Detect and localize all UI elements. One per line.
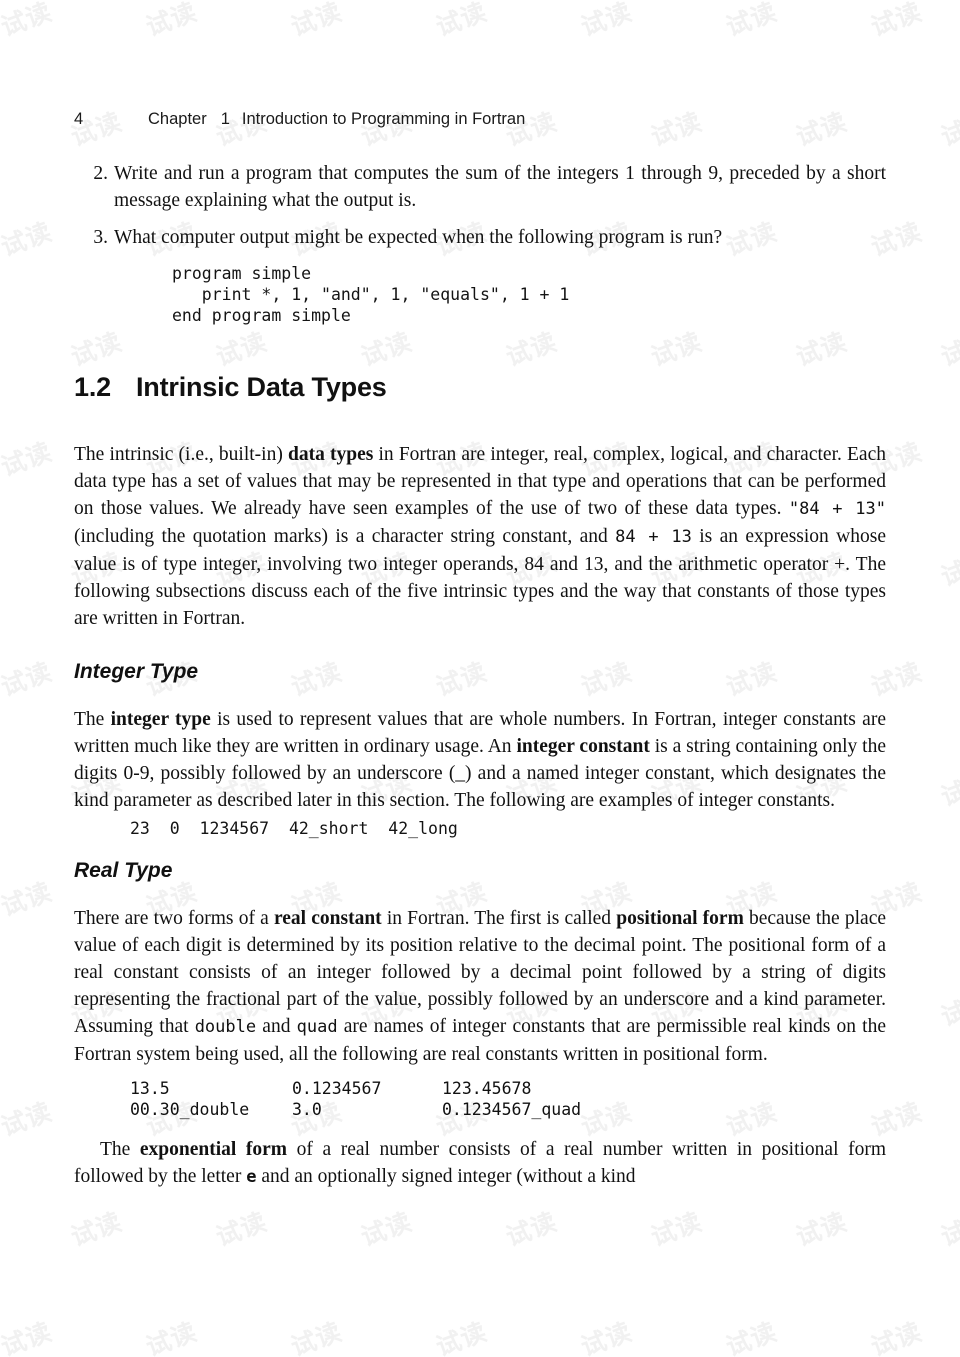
bold-term-real-constant: real constant — [273, 908, 382, 929]
paragraph-text-part: in Fortran. The first is called — [381, 908, 617, 929]
running-head-chapter-number: 1 — [220, 110, 230, 128]
real-example-cell: 3.0 — [292, 1100, 322, 1119]
running-head: 4 Chapter 1 Introduction to Programming in … — [74, 110, 886, 129]
exercise-item-2: 2. Write and run a program that computes… — [74, 160, 886, 214]
exercise-item-3: 3. What computer output might be expecte… — [74, 224, 886, 251]
table-row: 13.5 0.1234567 123.45678 — [130, 1078, 581, 1099]
page-folio-number: 4 — [74, 110, 84, 128]
subheading-real-type: Real Type — [74, 859, 173, 882]
inline-code-expression: 84 + 13 — [615, 527, 692, 547]
real-example-cell: 0.1234567 — [292, 1079, 382, 1098]
exponential-form-paragraph: The exponential form of a real number co… — [74, 1136, 886, 1191]
paragraph-text-part: and — [256, 1016, 297, 1037]
running-head-chapter-title: Introduction to Programming in Fortran — [241, 110, 526, 128]
running-head-chapter-word: Chapter — [148, 110, 207, 128]
page-content: 2. Write and run a program that computes… — [74, 160, 886, 1191]
table-row: 00.30_double 3.0 0.1234567_quad — [130, 1099, 581, 1120]
section-title: Intrinsic Data Types — [136, 372, 387, 402]
document-page: 4 Chapter 1 Introduction to Programming in … — [0, 0, 960, 1357]
subheading-integer-type: Integer Type — [74, 660, 199, 683]
paragraph-text-part: There are two forms of a — [74, 908, 274, 929]
program-listing-code-block: program simple print *, 1, "and", 1, "eq… — [172, 264, 570, 325]
integer-type-paragraph: The integer type is used to represent va… — [74, 706, 886, 814]
bold-term-integer-type: integer type — [110, 709, 211, 730]
bold-term-integer-constant: integer constant — [516, 736, 650, 757]
real-example-cell: 0.1234567_quad — [442, 1100, 582, 1119]
real-example-cell: 00.30_double — [130, 1100, 250, 1119]
section-heading-1-2: 1.2 Intrinsic Data Types — [74, 372, 886, 403]
paragraph-text-part: The intrinsic (i.e., built-in) — [74, 444, 288, 465]
exercise-number: 3. — [93, 227, 108, 248]
bold-term-exponential-form: exponential form — [139, 1139, 288, 1160]
inline-code-letter-e: e — [246, 1167, 257, 1187]
inline-code-char-constant: "84 + 13" — [788, 499, 886, 519]
bold-term-data-types: data types — [287, 444, 374, 465]
integer-constants-examples: 23 0 1234567 42_short 42_long — [130, 819, 458, 838]
paragraph-text-part: The — [74, 709, 111, 730]
exercise-text: Write and run a program that computes th… — [114, 163, 886, 211]
section-number: 1.2 — [74, 372, 111, 402]
inline-code-double: double — [194, 1017, 257, 1037]
bold-term-positional-form: positional form — [616, 908, 744, 929]
exercise-number: 2. — [93, 163, 108, 184]
paragraph-text-part: and an optionally signed integer (withou… — [256, 1166, 636, 1187]
real-type-paragraph: There are two forms of a real constant i… — [74, 905, 886, 1068]
paragraph-text-part: (including the quotation marks) is a cha… — [74, 526, 616, 547]
exercise-list: 2. Write and run a program that computes… — [74, 160, 886, 251]
inline-code-quad: quad — [296, 1017, 338, 1037]
intrinsic-types-paragraph: The intrinsic (i.e., built-in) data type… — [74, 441, 886, 632]
paragraph-text-part: The — [100, 1139, 140, 1160]
exercise-text: What computer output might be expected w… — [114, 227, 723, 248]
real-example-cell: 13.5 — [130, 1079, 170, 1098]
real-example-cell: 123.45678 — [442, 1079, 532, 1098]
real-constants-examples-table: 13.5 0.1234567 123.45678 00.30_double 3.… — [130, 1078, 581, 1120]
